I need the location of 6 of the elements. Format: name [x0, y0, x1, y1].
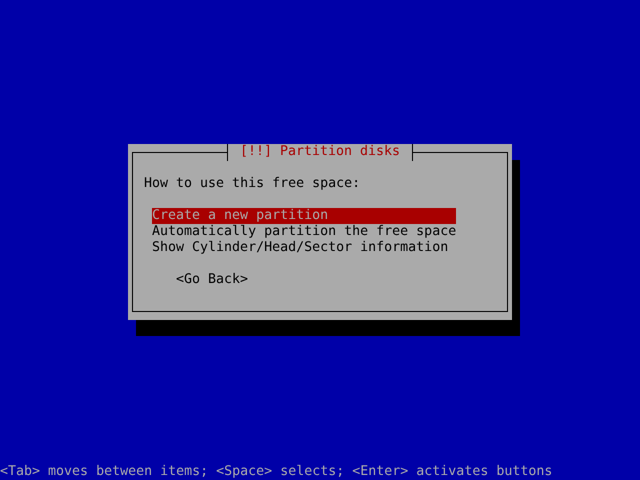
- menu-option[interactable]: Show Cylinder/Head/Sector information: [152, 240, 456, 256]
- menu-option[interactable]: Automatically partition the free space: [152, 224, 456, 240]
- go-back-button[interactable]: <Go Back>: [176, 272, 248, 288]
- prompt-text: How to use this free space:: [144, 176, 360, 192]
- dialog-title: [!!] Partition disks: [226, 144, 414, 161]
- help-line: <Tab> moves between items; <Space> selects; <Enter> activates buttons: [0, 464, 552, 480]
